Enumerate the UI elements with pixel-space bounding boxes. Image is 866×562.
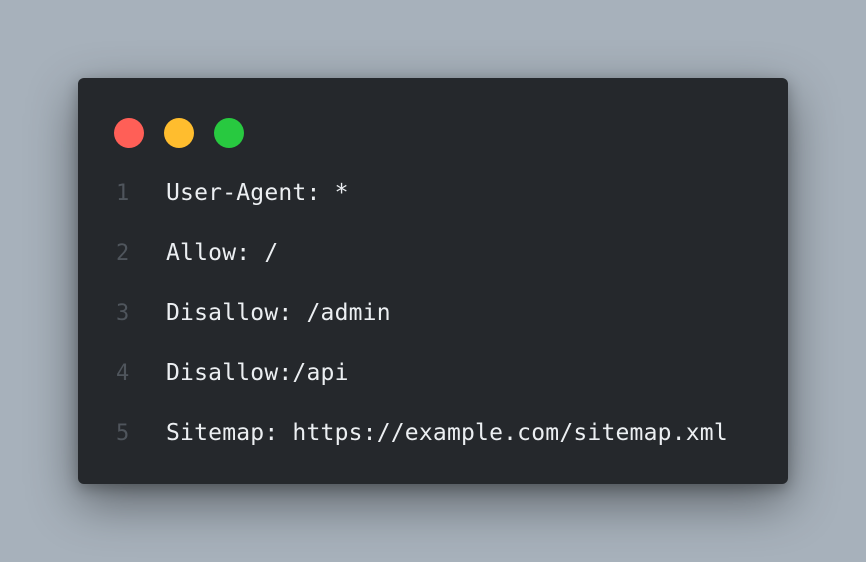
line-number: 3 [116, 300, 130, 326]
code-window: 1 User-Agent: * 2 Allow: / 3 Disallow: /… [78, 78, 788, 484]
line-text: Allow: / [166, 240, 279, 266]
line-text: User-Agent: * [166, 180, 349, 206]
line-number: 1 [116, 180, 130, 206]
line-text: Disallow: /admin [166, 300, 391, 326]
close-button[interactable] [114, 118, 144, 148]
code-line: 1 User-Agent: * [78, 163, 788, 223]
line-text: Sitemap: https://example.com/sitemap.xml [166, 420, 728, 446]
code-line: 5 Sitemap: https://example.com/sitemap.x… [78, 403, 788, 463]
code-block: 1 User-Agent: * 2 Allow: / 3 Disallow: /… [78, 163, 788, 463]
code-line: 2 Allow: / [78, 223, 788, 283]
maximize-button[interactable] [214, 118, 244, 148]
line-number: 5 [116, 420, 130, 446]
line-text: Disallow:/api [166, 360, 349, 386]
window-controls [114, 118, 244, 148]
minimize-button[interactable] [164, 118, 194, 148]
line-number: 4 [116, 360, 130, 386]
code-line: 4 Disallow:/api [78, 343, 788, 403]
line-number: 2 [116, 240, 130, 266]
code-line: 3 Disallow: /admin [78, 283, 788, 343]
